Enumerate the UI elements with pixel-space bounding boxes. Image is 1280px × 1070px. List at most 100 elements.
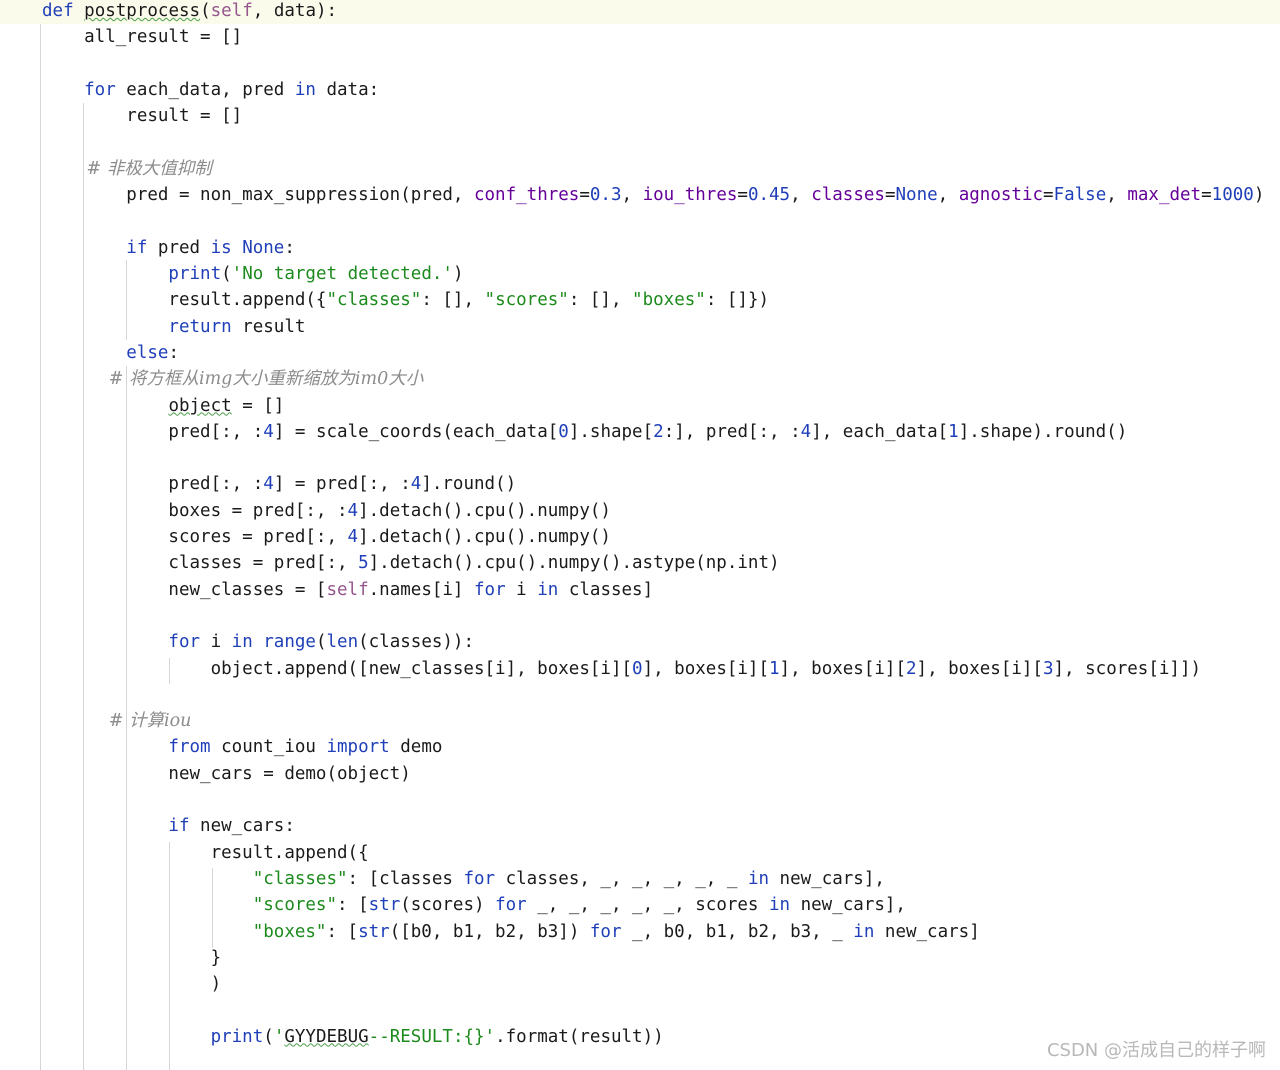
code-line[interactable]: }: [42, 945, 222, 971]
code-token: result: [242, 316, 306, 337]
code-token: if: [42, 237, 158, 258]
code-token: ].detach().cpu().numpy(): [358, 500, 611, 521]
code-token: new_cars]: [874, 921, 980, 942]
code-token: 1000: [1211, 185, 1254, 206]
code-token: data:: [315, 79, 380, 100]
code-line[interactable]: object = []: [42, 393, 284, 419]
code-token: 4: [263, 474, 274, 495]
code-line[interactable]: pred[:, :4] = pred[:, :4].round(): [42, 471, 516, 497]
code-token: ], scores[i]]): [1053, 658, 1202, 679]
code-token: print: [42, 1026, 264, 1047]
code-token: _, b0, b1, b2, b3, _: [621, 921, 854, 942]
code-token: : [],: [568, 290, 633, 311]
code-line[interactable]: object.append([new_classes[i], boxes[i][…: [42, 656, 1201, 682]
code-token: 4: [347, 527, 359, 547]
code-line[interactable]: result.append({"classes": [], "scores": …: [42, 287, 769, 313]
code-line[interactable]: scores = pred[:, 4].detach().cpu().numpy…: [42, 524, 611, 550]
code-token: : [: [337, 895, 369, 916]
code-token: new_cars],: [790, 895, 906, 916]
code-token: self: [326, 579, 369, 600]
code-line[interactable]: # 计算iou: [42, 708, 192, 734]
code-line[interactable]: for i in range(len(classes)):: [42, 629, 474, 655]
code-line[interactable]: result = []: [42, 103, 242, 129]
code-line[interactable]: ): [42, 971, 222, 997]
code-token: : []}): [705, 290, 770, 311]
code-line[interactable]: "boxes": [str([b0, b1, b2, b3]) for _, b…: [42, 919, 980, 945]
code-line[interactable]: for each_data, pred in data:: [42, 77, 379, 103]
code-token: =: [579, 185, 590, 206]
code-token: ].detach().cpu().numpy().astype(np.int): [368, 553, 780, 574]
code-token: =: [1201, 185, 1212, 206]
code-token: ], boxes[i][: [642, 658, 769, 679]
code-token: .format(result)): [495, 1026, 664, 1047]
code-token: agnostic: [958, 185, 1044, 206]
code-token: pred[:, :: [42, 474, 264, 495]
code-token: result.append({: [42, 290, 327, 311]
code-line[interactable]: return result: [42, 314, 305, 340]
code-token: in: [769, 895, 791, 916]
code-token: ], boxes[i][: [916, 658, 1043, 679]
code-line[interactable]: print('GYYDEBUG--RESULT:{}'.format(resul…: [42, 1024, 664, 1050]
code-token: (scores): [400, 895, 496, 916]
code-line[interactable]: def postprocess(self, data):: [42, 0, 337, 24]
code-line[interactable]: if pred is None:: [42, 235, 295, 261]
code-token: ,: [621, 185, 643, 206]
code-token: 3: [1042, 658, 1054, 679]
code-token: _, _, _, _, _, scores: [526, 895, 769, 916]
code-token: classes = pred[:,: [42, 553, 359, 574]
code-token: --RESULT:{}': [368, 1026, 496, 1047]
code-line[interactable]: new_classes = [self.names[i] for i in cl…: [42, 577, 653, 603]
watermark: CSDN @活成自己的样子啊: [1046, 1040, 1266, 1061]
code-token: "classes": [42, 868, 348, 889]
code-token: boxes = pred[:, :: [42, 500, 348, 521]
code-token: 4: [800, 421, 812, 442]
code-token: ], each_data[: [811, 421, 949, 442]
code-token: (: [315, 632, 327, 653]
code-token: str: [368, 895, 401, 916]
code-line[interactable]: if new_cars:: [42, 813, 294, 839]
code-token: 2: [653, 421, 664, 442]
code-token: new_cars = demo(object): [42, 763, 411, 784]
code-token: self: [210, 1, 253, 21]
code-token: for: [495, 895, 527, 916]
code-token: :: [168, 342, 179, 363]
code-line[interactable]: # 非极大值抑制: [42, 156, 212, 182]
code-token: 4: [410, 474, 422, 495]
code-line[interactable]: print('No target detected.'): [42, 261, 463, 287]
code-token: for: [42, 632, 211, 653]
code-line[interactable]: pred = non_max_suppression(pred, conf_th…: [42, 182, 1264, 208]
code-line[interactable]: "classes": [classes for classes, _, _, _…: [42, 866, 885, 892]
code-line[interactable]: # 将方框从img大小重新缩放为im0大小: [42, 366, 423, 392]
code-line[interactable]: pred[:, :4] = scale_coords(each_data[0].…: [42, 419, 1127, 445]
code-token: new_classes = [: [42, 579, 327, 600]
code-token: ] = scale_coords(each_data[: [273, 421, 559, 442]
code-token: i: [505, 579, 538, 600]
code-token: print: [42, 264, 222, 284]
code-line[interactable]: else:: [42, 340, 179, 366]
code-line[interactable]: from count_iou import demo: [42, 734, 442, 760]
indent-guide: [40, 24, 41, 1070]
code-token: scores = pred[:,: [42, 527, 348, 547]
code-token: for: [589, 921, 622, 942]
code-line[interactable]: boxes = pred[:, :4].detach().cpu().numpy…: [42, 498, 611, 524]
code-token: (: [200, 1, 211, 21]
code-token: (: [221, 264, 232, 284]
code-token: "scores": [484, 290, 569, 311]
code-token: : [: [326, 921, 359, 942]
code-line[interactable]: all_result = []: [42, 24, 242, 50]
code-editor[interactable]: def postprocess(self, data): all_result …: [0, 0, 1280, 1070]
code-line[interactable]: new_cars = demo(object): [42, 761, 411, 787]
code-line[interactable]: "scores": [str(scores) for _, _, _, _, _…: [42, 892, 906, 918]
code-token: }: [42, 947, 222, 968]
code-line[interactable]: result.append({: [42, 840, 369, 866]
code-token: 4: [263, 421, 274, 442]
code-token: in: [853, 921, 875, 942]
code-token: =: [884, 185, 896, 206]
code-token: classes, _, _, _, _, _: [495, 868, 748, 889]
code-line[interactable]: classes = pred[:, 5].detach().cpu().nump…: [42, 550, 780, 576]
code-token: str: [358, 921, 390, 942]
code-token: for: [463, 868, 496, 889]
code-token: classes: [811, 185, 885, 206]
code-token: 5: [358, 553, 369, 574]
